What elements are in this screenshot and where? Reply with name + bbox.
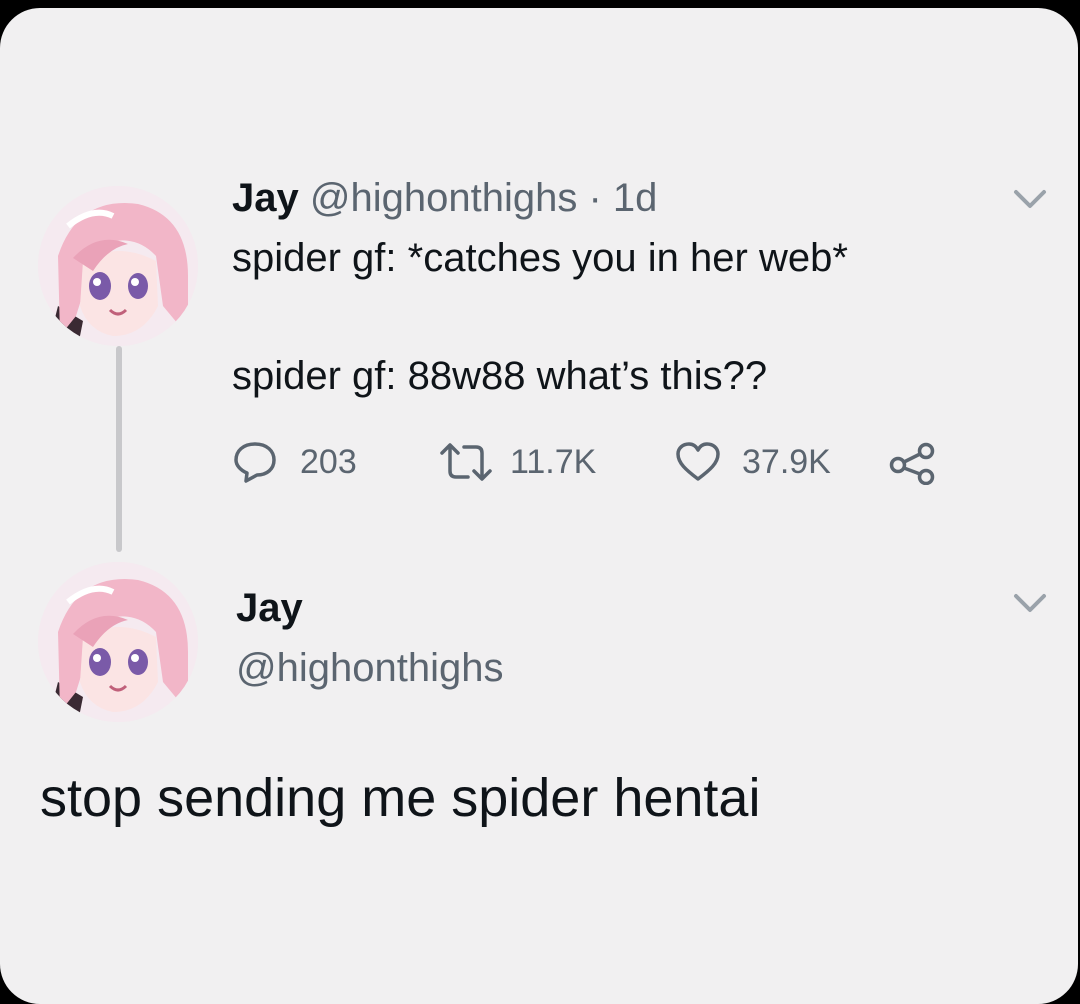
tweet-text-line-2: spider gf: 88w88 what’s this?? [232, 354, 768, 398]
retweet-count: 11.7K [510, 442, 597, 481]
avatar[interactable] [38, 186, 198, 346]
like-button[interactable]: 37.9K [674, 436, 831, 488]
tweet-text-line-1: spider gf: *catches you in her web* [232, 236, 848, 280]
anime-girl-avatar-image [38, 186, 198, 346]
reply-handle[interactable]: @highonthighs [236, 644, 503, 692]
handle[interactable]: @highonthighs [310, 176, 577, 220]
separator: · [588, 176, 602, 220]
chevron-down-icon [1014, 190, 1046, 208]
reply-bubble-icon [234, 442, 276, 483]
share-button[interactable] [888, 436, 938, 488]
reply-menu-button[interactable] [1010, 588, 1050, 618]
tweet-header: Jay @highonthighs · 1d [232, 174, 657, 222]
reply-button[interactable]: 203 [232, 436, 357, 488]
retweet-button[interactable]: 11.7K [438, 436, 596, 488]
retweet-icon [440, 443, 492, 481]
reply-text: stop sending me spider hentai [40, 768, 761, 828]
heart-icon [676, 442, 720, 481]
anime-girl-avatar-image [38, 562, 198, 722]
tweet-card: Jay @highonthighs · 1d spider gf: *catch… [0, 8, 1078, 1004]
thread-connector-line [116, 346, 122, 552]
like-count: 37.9K [742, 442, 831, 481]
avatar[interactable] [38, 562, 198, 722]
reply-count: 203 [300, 442, 357, 481]
reply-display-name[interactable]: Jay [236, 584, 303, 632]
chevron-down-icon [1014, 594, 1046, 612]
display-name[interactable]: Jay [232, 176, 299, 220]
timestamp[interactable]: 1d [613, 176, 658, 220]
tweet-menu-button[interactable] [1010, 184, 1050, 214]
share-icon [889, 442, 935, 485]
